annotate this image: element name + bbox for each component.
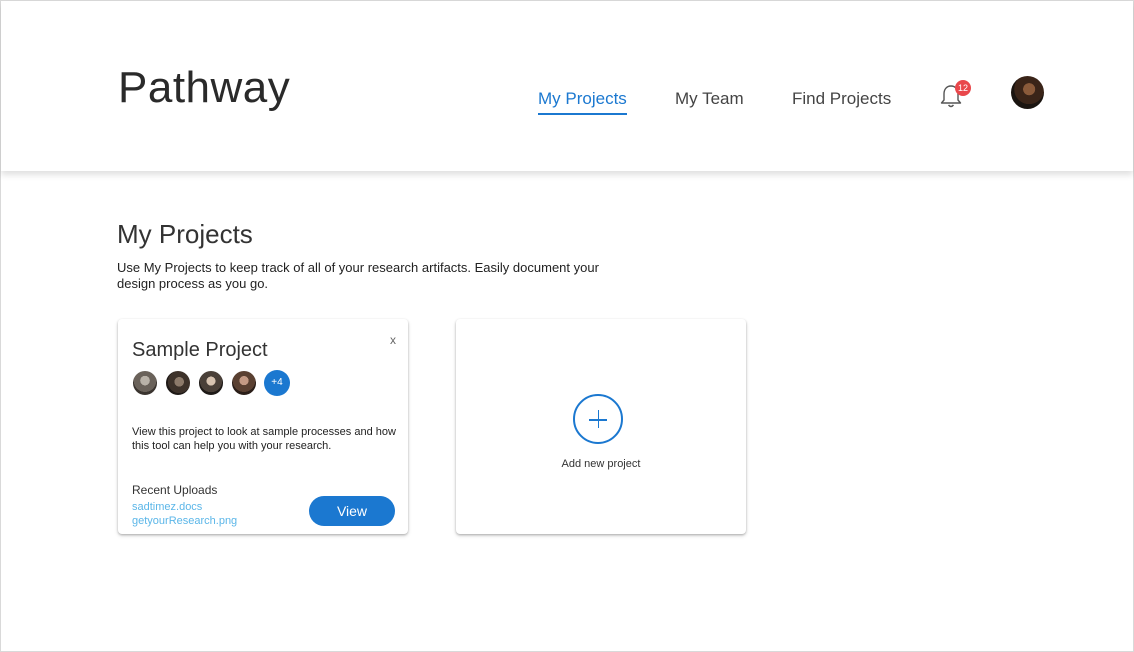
recent-uploads-label: Recent Uploads [132,483,218,497]
member-avatar[interactable] [198,370,224,396]
member-avatar[interactable] [132,370,158,396]
close-icon[interactable]: x [390,333,396,347]
page-description: Use My Projects to keep track of all of … [117,260,599,291]
project-description: View this project to look at sample proc… [132,426,396,452]
page-title: My Projects [117,219,253,249]
project-card: x Sample Project +4 View this project to… [118,319,408,534]
top-header: Pathway My Projects My Team Find Project… [1,1,1133,171]
plus-icon[interactable] [573,394,623,444]
member-avatar[interactable] [165,370,191,396]
project-title: Sample Project [132,339,268,361]
more-members-badge[interactable]: +4 [264,370,290,396]
nav-my-projects[interactable]: My Projects [538,89,627,109]
member-avatar[interactable] [231,370,257,396]
add-project-card[interactable]: Add new project [456,319,746,534]
recent-file-link[interactable]: getyourResearch.png [132,515,237,527]
profile-avatar[interactable] [1011,76,1044,109]
nav-my-team[interactable]: My Team [675,89,744,109]
view-button[interactable]: View [309,496,395,526]
nav-active-indicator [538,113,627,115]
recent-file-link[interactable]: sadtimez.docs [132,501,202,513]
nav-find-projects[interactable]: Find Projects [792,89,891,109]
add-project-label: Add new project [561,458,641,470]
notification-badge: 12 [955,80,971,96]
app-logo[interactable]: Pathway [118,63,290,113]
